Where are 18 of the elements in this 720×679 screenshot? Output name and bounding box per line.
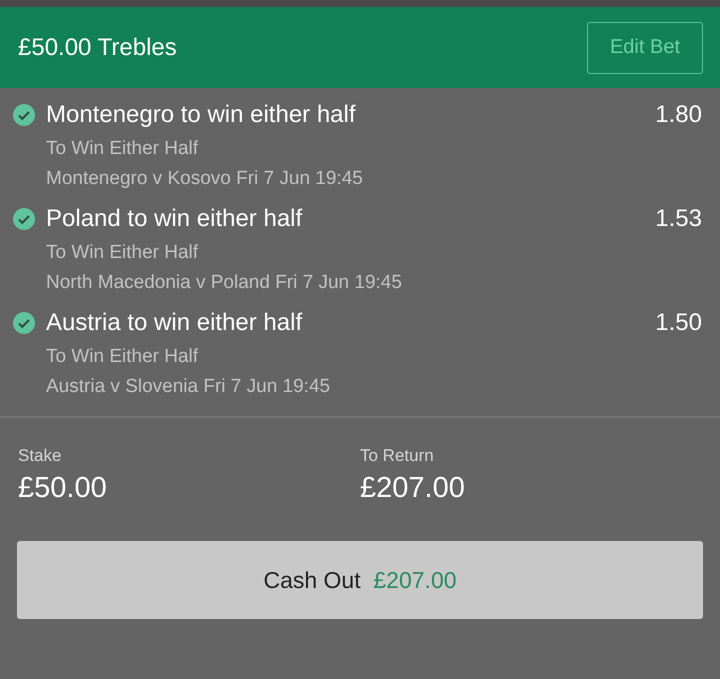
- odds: 1.53: [655, 205, 702, 233]
- odds: 1.80: [655, 101, 702, 129]
- selection-name: Austria to win either half: [46, 309, 304, 337]
- market-name: To Win Either Half: [46, 346, 200, 368]
- stake-label: Stake: [18, 446, 62, 466]
- return-label: To Return: [360, 446, 435, 466]
- return-amount: £207.00: [360, 472, 466, 505]
- selection-name: Montenegro to win either half: [46, 101, 357, 129]
- odds: 1.50: [655, 309, 702, 337]
- selection-name: Poland to win either half: [46, 205, 304, 233]
- stake-amount: £50.00: [18, 472, 108, 505]
- market-name: To Win Either Half: [46, 138, 200, 160]
- bet-title: £50.00 Trebles: [18, 34, 177, 62]
- event-name: North Macedonia v Poland Fri 7 Jun 19:45: [46, 272, 403, 294]
- event-name: Austria v Slovenia Fri 7 Jun 19:45: [46, 376, 332, 398]
- event-name: Montenegro v Kosovo Fri 7 Jun 19:45: [46, 168, 364, 190]
- cash-out-button[interactable]: Cash Out £207.00: [17, 541, 703, 619]
- market-name: To Win Either Half: [46, 242, 200, 264]
